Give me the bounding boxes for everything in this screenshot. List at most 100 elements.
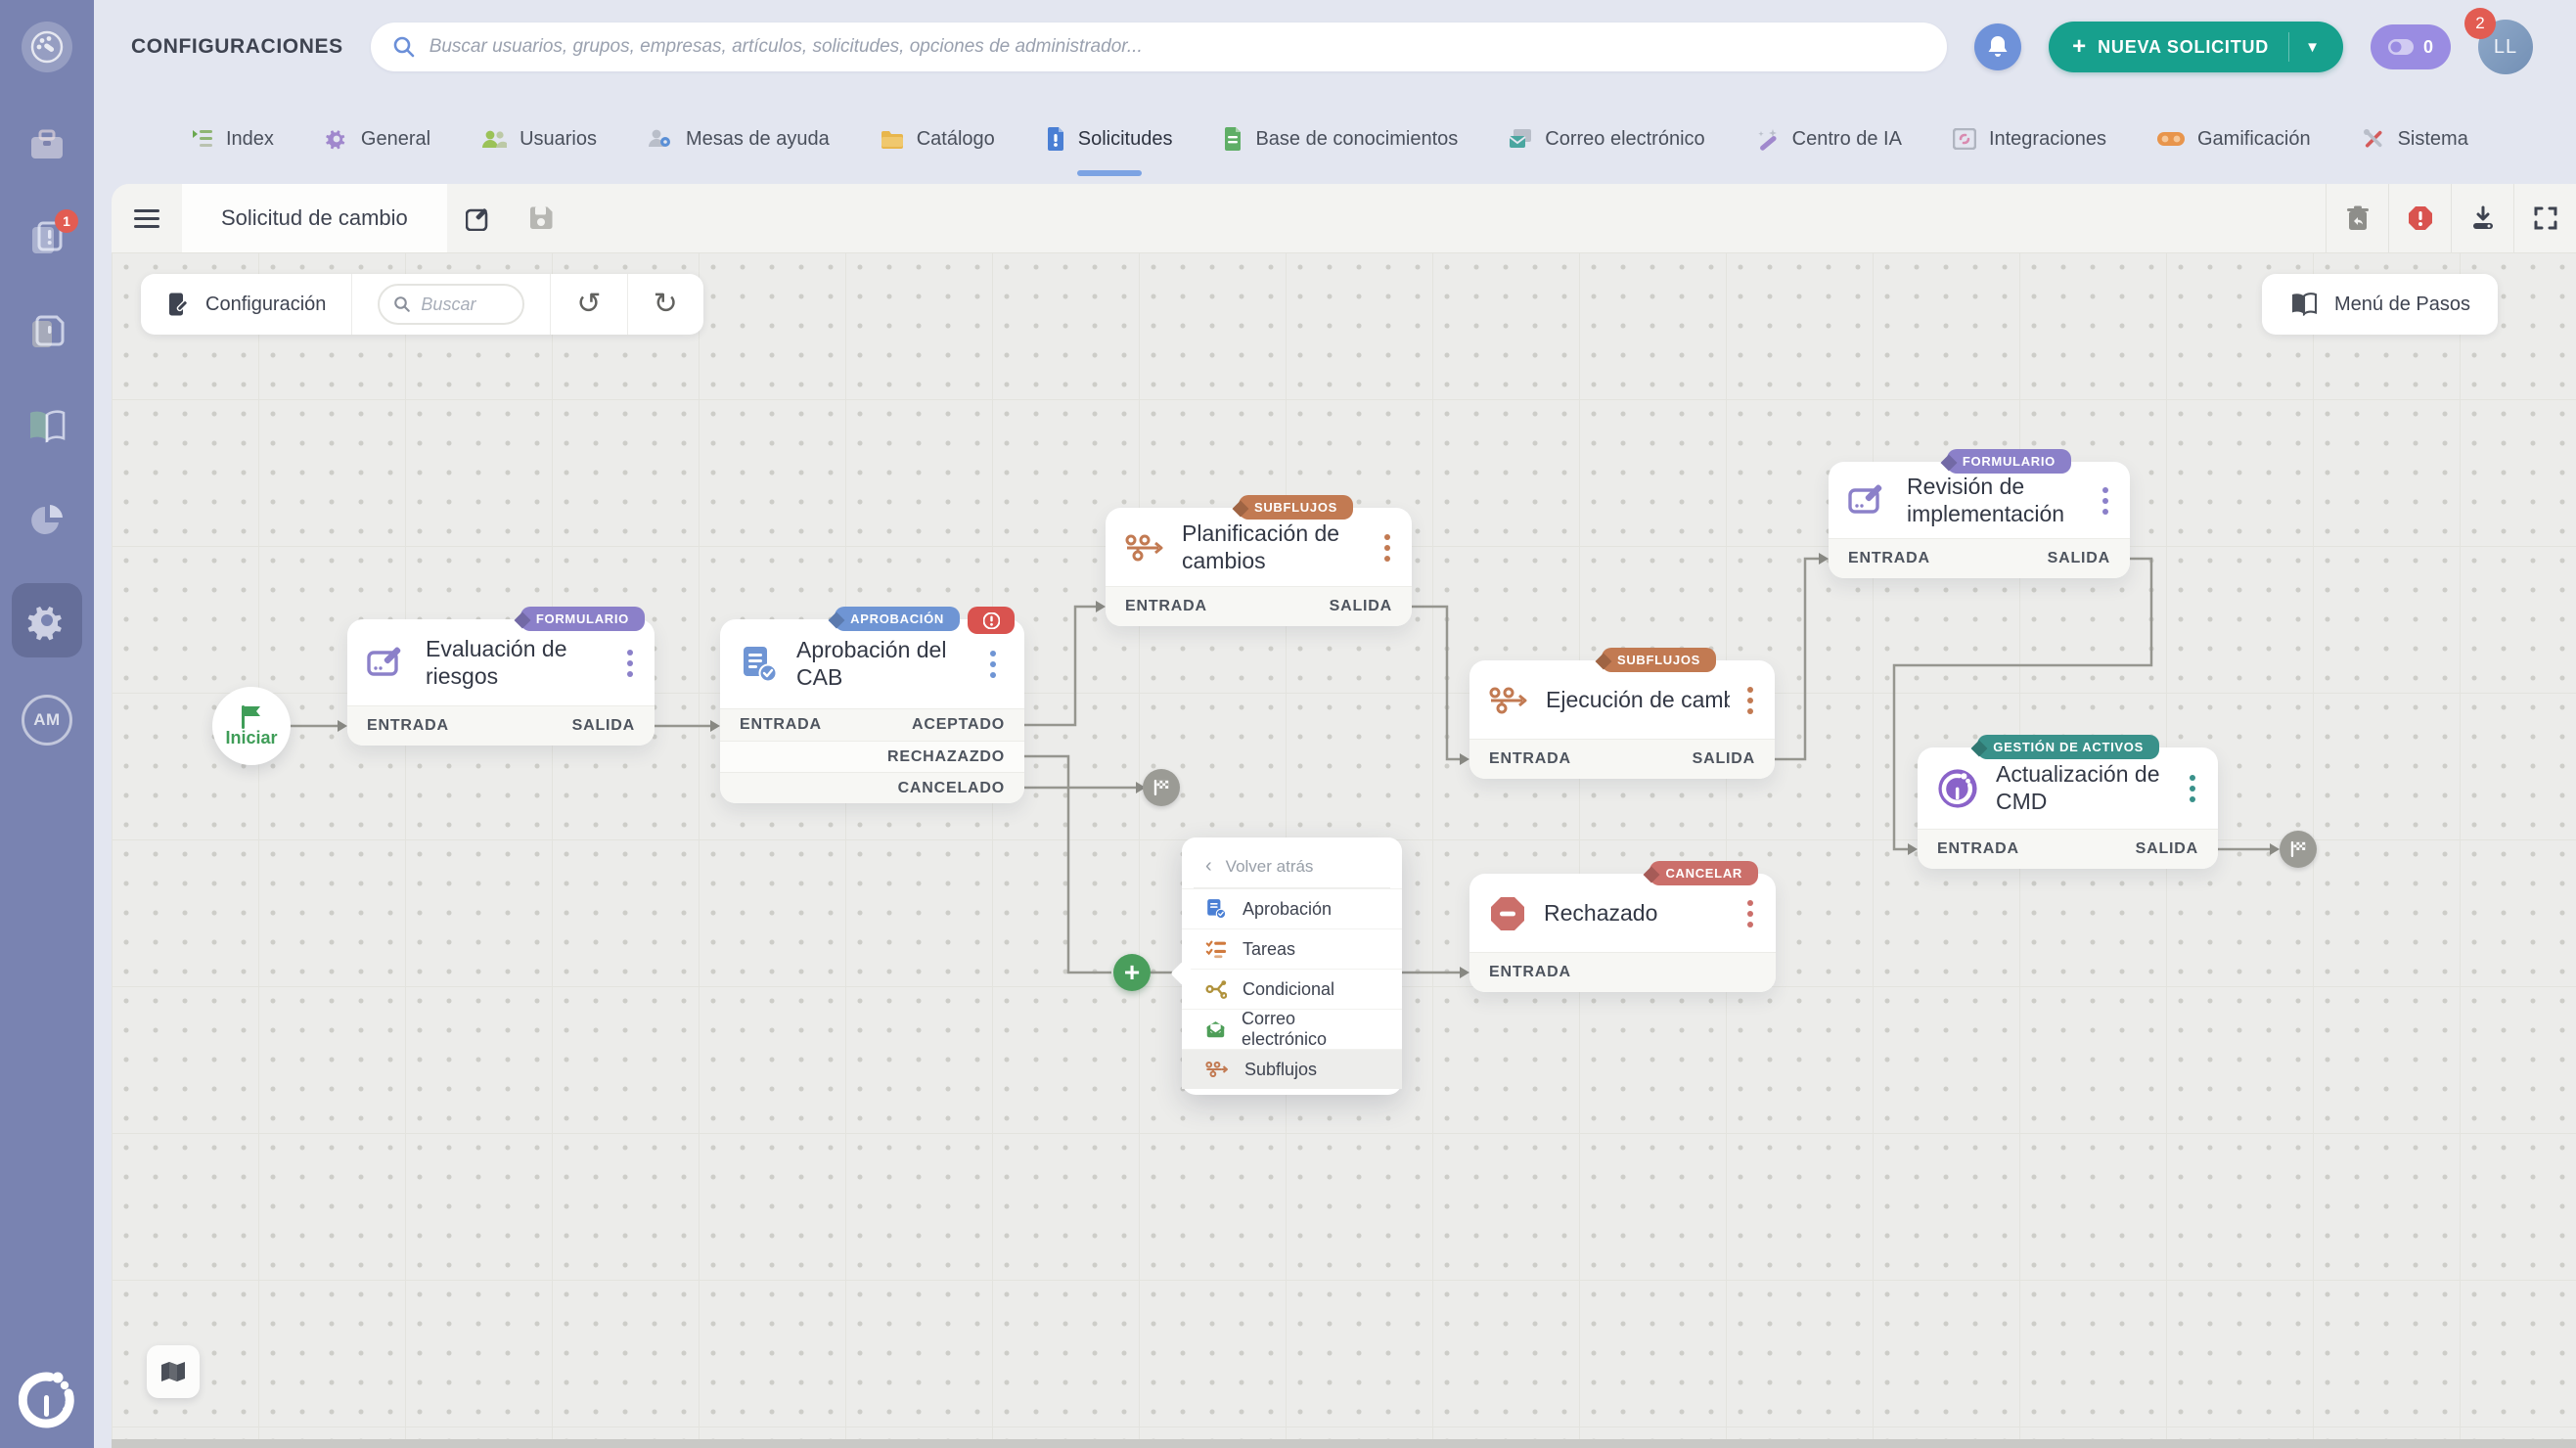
save-workflow-button[interactable] <box>510 184 572 252</box>
global-search[interactable] <box>370 23 1948 71</box>
download-workflow-button[interactable] <box>2451 184 2513 252</box>
node-title: Revisión de implementación <box>1907 473 2065 526</box>
tab-mesas-de-ayuda[interactable]: Mesas de ayuda <box>648 128 830 151</box>
trash-restore-icon <box>2346 205 2369 230</box>
sidebar-item-briefcase[interactable] <box>16 113 78 176</box>
port-aceptado[interactable]: ACEPTADO <box>912 716 1005 734</box>
port-rechazado[interactable]: RECHAZAZDO <box>887 748 1005 766</box>
form-icon <box>367 647 401 676</box>
node-options-button[interactable] <box>1747 899 1755 928</box>
add-step-button[interactable]: + <box>1113 954 1151 991</box>
node-title: Aprobación del CAB <box>796 637 947 690</box>
node-options-button[interactable] <box>1747 686 1755 714</box>
context-menu-back[interactable]: ‹ Volver atrás <box>1182 843 1402 887</box>
canvas-search-input[interactable] <box>421 294 510 315</box>
sidebar-item-knowledge[interactable] <box>16 395 78 458</box>
port-salida[interactable]: SALIDA <box>572 717 635 735</box>
horizontal-scrollbar[interactable] <box>112 1439 2576 1448</box>
start-node[interactable]: Iniciar <box>212 687 291 765</box>
dashboard-logo-icon[interactable] <box>22 22 72 72</box>
canvas-search-box[interactable] <box>378 284 525 325</box>
port-cancelado[interactable]: CANCELADO <box>898 780 1005 797</box>
node-options-button[interactable] <box>2102 486 2110 515</box>
book-icon <box>2292 293 2318 316</box>
canvas-config-bar: Configuración ↺ ↻ <box>141 274 703 335</box>
port-entrada[interactable]: ENTRADA <box>740 716 822 734</box>
node-type-badge: FORMULARIO <box>520 607 645 631</box>
minimap-button[interactable] <box>147 1345 200 1398</box>
port-entrada[interactable]: ENTRADA <box>1937 840 2019 858</box>
port-salida[interactable]: SALIDA <box>1693 750 1755 768</box>
user-avatar[interactable]: LL 2 <box>2464 8 2533 74</box>
tab-sistema[interactable]: Sistema <box>2362 127 2468 151</box>
menu-item-tareas[interactable]: Tareas <box>1182 928 1402 969</box>
port-entrada[interactable]: ENTRADA <box>1489 964 1571 981</box>
notifications-bell-button[interactable] <box>1974 23 2022 70</box>
port-salida[interactable]: SALIDA <box>1330 598 1392 615</box>
node-options-button[interactable] <box>1384 533 1392 562</box>
workflow-canvas[interactable]: Configuración ↺ ↻ Menú de Pasos <box>112 252 2576 1448</box>
new-request-button[interactable]: + NUEVA SOLICITUD ▼ <box>2049 22 2343 72</box>
port-salida[interactable]: SALIDA <box>2136 840 2198 858</box>
sidebar-item-am[interactable]: AM <box>16 689 78 751</box>
global-search-input[interactable] <box>429 36 1926 58</box>
node-options-button[interactable] <box>990 651 998 678</box>
fullscreen-button[interactable] <box>2513 184 2576 252</box>
mail-icon <box>1206 1021 1225 1038</box>
sidebar-item-settings[interactable] <box>12 583 82 657</box>
tab-centro-de-ia[interactable]: Centro de IA <box>1756 127 1902 151</box>
node-evaluacion-de-riesgos[interactable]: FORMULARIO Evaluación de riesgos ENTRADA… <box>347 607 655 746</box>
node-rechazado[interactable]: CANCELAR Rechazado ENTRADA <box>1469 861 1776 992</box>
tab-gamificacion[interactable]: Gamificación <box>2157 128 2311 151</box>
port-entrada[interactable]: ENTRADA <box>1125 598 1207 615</box>
menu-item-aprobacion[interactable]: Aprobación <box>1182 888 1402 928</box>
chevron-down-icon[interactable]: ▼ <box>2289 39 2335 56</box>
port-entrada[interactable]: ENTRADA <box>367 717 449 735</box>
sidebar-item-documents[interactable] <box>16 301 78 364</box>
configuration-button[interactable]: Configuración <box>141 274 351 335</box>
node-aprobacion-del-cab[interactable]: APROBACIÓN Aprobación del CAB ENTRADA AC… <box>720 607 1024 803</box>
node-title: Planificación de cambios <box>1182 520 1340 573</box>
top-header: CONFIGURACIONES + NUEVA SOLICITUD ▼ 0 LL… <box>94 0 2576 94</box>
port-entrada[interactable]: ENTRADA <box>1848 550 1930 567</box>
discard-changes-button[interactable] <box>2326 184 2388 252</box>
tab-catalogo[interactable]: Catálogo <box>881 128 995 151</box>
tab-general[interactable]: General <box>325 127 430 151</box>
menu-button[interactable] <box>112 184 182 252</box>
menu-item-condicional[interactable]: Condicional <box>1182 969 1402 1009</box>
node-planificacion-de-cambios[interactable]: SUBFLUJOS Planificación de cambios ENTRA… <box>1106 495 1412 626</box>
edit-workflow-button[interactable] <box>447 184 510 252</box>
plus-icon: + <box>2072 33 2087 60</box>
end-node[interactable] <box>1143 769 1180 806</box>
credits-pill[interactable]: 0 <box>2370 24 2451 69</box>
tab-correo-electronico[interactable]: Correo electrónico <box>1509 128 1705 151</box>
undo-button[interactable]: ↺ <box>550 274 626 335</box>
undo-icon: ↺ <box>576 288 602 320</box>
redo-button[interactable]: ↻ <box>626 274 703 335</box>
menu-item-correo-electronico[interactable]: Correo electrónico <box>1182 1009 1402 1049</box>
sidebar-item-reports[interactable] <box>16 489 78 552</box>
helpdesk-icon <box>648 129 670 147</box>
tab-index[interactable]: Index <box>192 128 274 151</box>
mail-icon <box>1509 129 1532 148</box>
port-entrada[interactable]: ENTRADA <box>1489 750 1571 768</box>
node-options-button[interactable] <box>627 649 635 677</box>
port-salida[interactable]: SALIDA <box>2048 550 2110 567</box>
tab-integraciones[interactable]: Integraciones <box>1952 128 2106 151</box>
sidebar-item-requests[interactable]: 1 <box>16 207 78 270</box>
menu-item-subflujos[interactable]: Subflujos <box>1182 1049 1402 1089</box>
tab-base-de-conocimientos[interactable]: Base de conocimientos <box>1223 127 1458 151</box>
node-actualizacion-de-cmd[interactable]: GESTIÓN DE ACTIVOS Actualización de CMD … <box>1918 735 2218 869</box>
tab-usuarios[interactable]: Usuarios <box>481 128 597 151</box>
chevron-left-icon: ‹ <box>1205 855 1212 877</box>
validation-errors-button[interactable] <box>2388 184 2451 252</box>
node-ejecucion-de-cambios[interactable]: SUBFLUJOS Ejecución de camb ENTRADA SALI… <box>1469 648 1775 779</box>
tab-solicitudes[interactable]: Solicitudes <box>1046 127 1172 151</box>
node-error-badge[interactable] <box>968 607 1015 634</box>
end-node[interactable] <box>2280 831 2317 868</box>
node-options-button[interactable] <box>2190 775 2197 802</box>
node-type-badge: SUBFLUJOS <box>1238 495 1353 520</box>
node-revision-de-implementacion[interactable]: FORMULARIO Revisión de implementación EN… <box>1829 449 2130 578</box>
steps-menu-button[interactable]: Menú de Pasos <box>2262 274 2498 335</box>
node-title: Evaluación de riesgos <box>426 635 567 689</box>
